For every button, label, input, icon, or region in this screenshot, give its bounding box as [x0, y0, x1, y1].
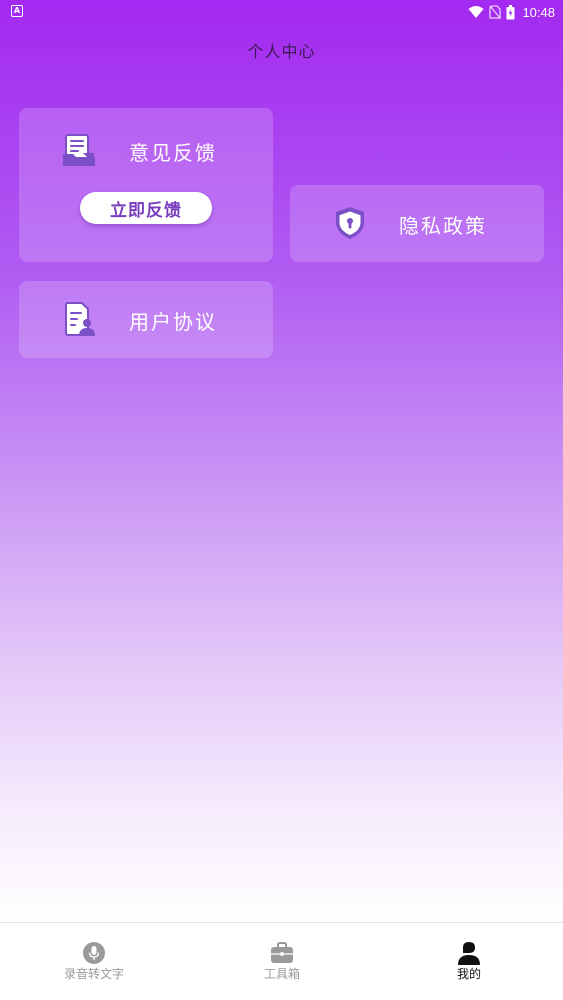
- feedback-now-button[interactable]: 立即反馈: [80, 192, 212, 224]
- tab-mine[interactable]: 我的: [399, 923, 539, 1000]
- person-icon: [458, 942, 480, 965]
- tab-record-to-text-label: 录音转文字: [63, 967, 124, 981]
- user-agreement-label: 用户协议: [129, 310, 217, 334]
- feedback-document-icon: [63, 134, 95, 166]
- tab-toolbox[interactable]: 工具箱: [212, 923, 352, 1000]
- privacy-policy-label: 隐私政策: [399, 214, 487, 238]
- toolbox-icon: [271, 942, 293, 963]
- status-bar: A 10:48: [0, 0, 563, 24]
- feedback-card[interactable]: 意见反馈 立即反馈: [19, 108, 273, 262]
- status-icons: 10:48: [468, 3, 555, 21]
- tab-mine-label: 我的: [456, 967, 481, 981]
- bottom-navigation: 录音转文字 工具箱 我的: [0, 922, 563, 1000]
- shield-lock-icon: [336, 207, 364, 239]
- battery-icon: [506, 4, 515, 19]
- privacy-policy-card[interactable]: 隐私政策: [290, 185, 544, 262]
- screen-background: A 10:48 个人中心 意见反馈 立即反馈 隐私政策 用户协议: [0, 0, 563, 922]
- user-agreement-card[interactable]: 用户协议: [19, 281, 273, 358]
- wifi-icon: [468, 6, 484, 18]
- status-time: 10:48: [522, 4, 555, 20]
- feedback-label: 意见反馈: [129, 141, 217, 165]
- no-sim-icon: [489, 5, 502, 19]
- page-title: 个人中心: [247, 42, 316, 61]
- tab-record-to-text[interactable]: 录音转文字: [24, 923, 164, 1000]
- user-document-icon: [65, 302, 95, 336]
- tab-toolbox-label: 工具箱: [263, 967, 300, 981]
- microphone-icon: [83, 942, 105, 964]
- notification-a-icon: A: [11, 5, 23, 17]
